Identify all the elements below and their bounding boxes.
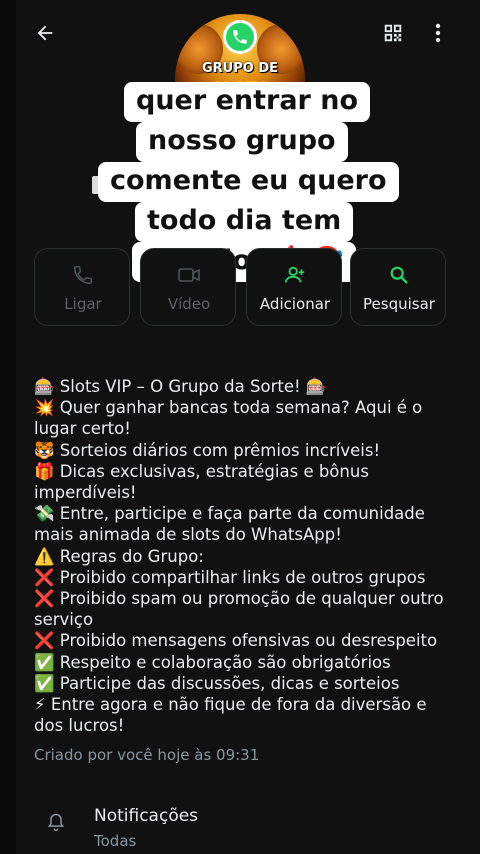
caption-line: quer entrar no (124, 82, 371, 122)
search-button[interactable]: Pesquisar (350, 248, 446, 326)
add-person-icon (284, 266, 305, 283)
call-button-label: Ligar (64, 295, 102, 313)
description-line: 🎰 Slots VIP – O Grupo da Sorte! 🎰 (34, 377, 327, 396)
video-button-label: Vídeo (167, 295, 211, 313)
created-info: Criado por você hoje às 09:31 (34, 746, 260, 764)
description-line: 💥 Quer ganhar bancas toda semana? Aqui é… (34, 398, 423, 418)
phone-icon (74, 266, 92, 284)
caption-line: nosso grupo (136, 122, 348, 162)
avatar-brand-line1: GRUPO DE (201, 61, 278, 76)
description-line: 💸 Entre, participe e faça parte da comun… (34, 504, 425, 524)
qr-code-button[interactable] (378, 18, 408, 48)
video-icon (178, 268, 200, 282)
description-line: imperdíveis! (34, 483, 137, 503)
call-button[interactable]: Ligar (34, 248, 130, 326)
qr-code-icon (384, 24, 402, 42)
description-line: ❌ Proibido compartilhar links de outros … (34, 567, 426, 587)
more-options-button[interactable] (426, 18, 450, 48)
description-line: ✅ Respeito e colaboração são obrigatório… (34, 652, 391, 672)
description-line: dos lucros! (34, 716, 125, 736)
arrow-left-icon (37, 25, 53, 41)
description-line: serviço (34, 610, 94, 630)
bell-icon (44, 808, 68, 836)
more-vertical-icon (435, 23, 441, 43)
notifications-row[interactable]: Notificações Todas (16, 796, 480, 854)
notifications-title: Notificações (94, 806, 199, 826)
description-line: lugar certo! (34, 419, 131, 439)
description-line: ⚡ Entre agora e não fique de fora da div… (34, 695, 427, 715)
description-line: 🎁 Dicas exclusivas, estratégias e bônus (34, 461, 369, 481)
back-button[interactable] (30, 18, 60, 48)
action-buttons: Ligar Vídeo Adicionar Pesquisar (34, 248, 446, 326)
description-line: ✅ Participe das discussões, dicas e sort… (34, 673, 400, 693)
description-line: ⚠️ Regras do Grupo: (34, 546, 204, 566)
description-line: ❌ Proibido spam ou promoção de qualquer … (34, 589, 444, 609)
caption-line: todo dia tem (135, 202, 354, 242)
description-line: mais animada de slots do WhatsApp! (34, 525, 342, 545)
whatsapp-logo-icon (223, 20, 257, 54)
add-button[interactable]: Adicionar (246, 248, 342, 326)
left-edge (0, 0, 16, 854)
notifications-subtitle: Todas (94, 832, 137, 850)
group-description: 🎰 Slots VIP – O Grupo da Sorte! 🎰 💥 Quer… (34, 376, 454, 736)
description-line: 🐯 Sorteios diários com prêmios incríveis… (34, 440, 381, 460)
caption-line: comente eu quero (98, 162, 399, 202)
video-button[interactable]: Vídeo (140, 248, 236, 326)
search-button-label: Pesquisar (363, 295, 435, 313)
search-icon (390, 266, 408, 284)
description-line: ❌ Proibido mensagens ofensivas ou desres… (34, 631, 438, 651)
add-button-label: Adicionar (259, 295, 331, 313)
